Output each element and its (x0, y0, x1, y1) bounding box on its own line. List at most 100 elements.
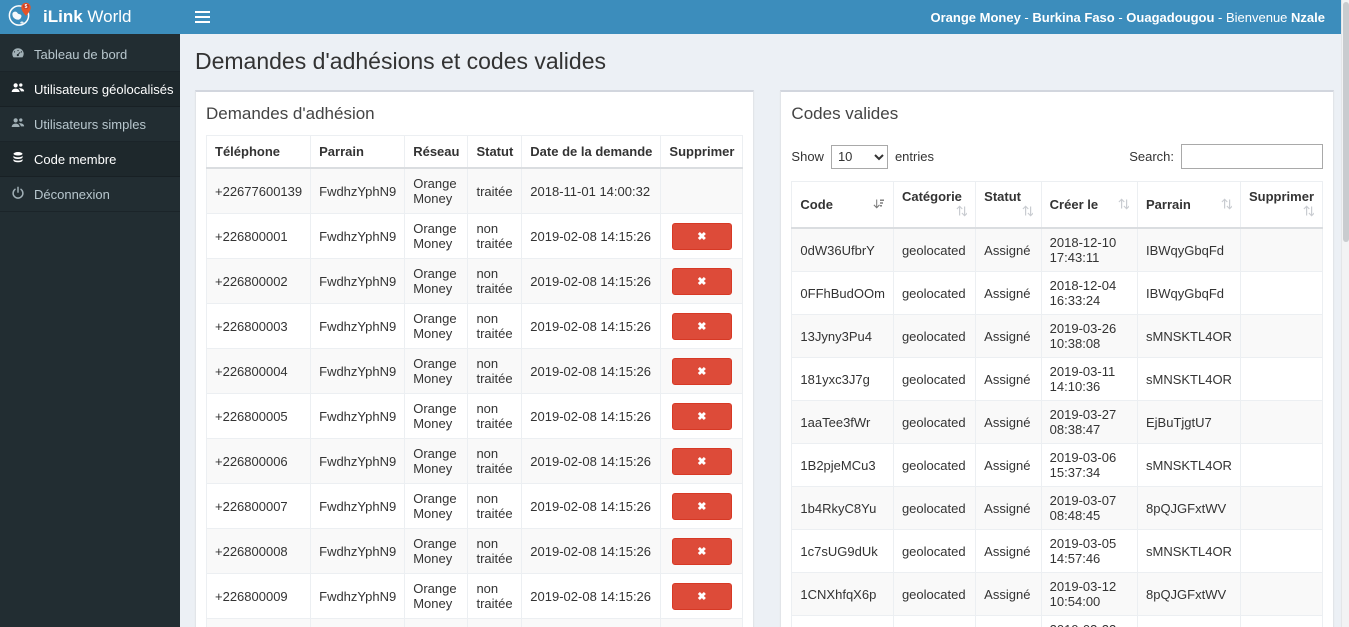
close-icon: ✖ (697, 545, 707, 558)
sidebar-toggle-button[interactable] (180, 0, 224, 34)
delete-button[interactable]: ✖ (671, 537, 732, 565)
cell-statut: Assigné (975, 443, 1042, 487)
cell-supprimer: ✖ (660, 258, 744, 304)
table-row: +226800007 FwdhzYphN9 Orange Money non t… (205, 483, 744, 529)
col-parrain: Parrain (310, 135, 406, 169)
col-parrain-sortable[interactable]: Parrain (1136, 181, 1241, 229)
cell-parrain: FwdhzYphN9 (310, 393, 406, 439)
users-icon (11, 116, 25, 133)
sidebar-item-utilisateurs-simples[interactable]: Utilisateurs simples (0, 107, 180, 142)
cell-parrain: FwdhzYphN9 (310, 348, 406, 394)
cell-statut: Assigné (975, 572, 1042, 616)
sort-both-icon (1022, 205, 1034, 220)
cell-code: 1CNXhfqX6p (791, 572, 894, 616)
show-label: Show (791, 149, 824, 164)
sort-asc-icon (873, 198, 885, 213)
table-row: +22677600139 FwdhzYphN9 Orange Money tra… (205, 167, 744, 214)
cell-phone: +226800002 (205, 258, 312, 304)
cell-phone: +226800006 (205, 438, 312, 484)
search-control: Search: (1129, 144, 1323, 169)
cell-cree-le: 2019-03-27 08:38:47 (1040, 400, 1138, 444)
cell-supprimer: ✖ (660, 438, 744, 484)
cell-statut: Assigné (975, 271, 1042, 315)
cell-parrain: EjBuTjgtU7 (1136, 615, 1241, 627)
cell-statut: Assigné (975, 227, 1042, 272)
table-row: +226800005 FwdhzYphN9 Orange Money non t… (205, 393, 744, 439)
table-row: 1b4RkyC8Yu geolocated Assigné 2019-03-07… (791, 486, 1324, 530)
cell-cree-le: 2019-03-12 10:54:00 (1040, 572, 1138, 616)
cell-date: 2019-02-08 14:15:26 (521, 213, 662, 259)
sidebar-item-deconnexion[interactable]: Déconnexion (0, 177, 180, 212)
scrollbar[interactable] (1341, 0, 1349, 627)
cell-statut: non traitée (467, 573, 523, 619)
cell-supprimer: ✖ (660, 483, 744, 529)
cell-code: 13Jyny3Pu4 (791, 314, 894, 358)
col-creer-le-sortable[interactable]: Créer le (1040, 181, 1138, 229)
table-header-row: Téléphone Parrain Réseau Statut Date de … (205, 135, 744, 169)
delete-button[interactable]: ✖ (671, 267, 732, 295)
cell-parrain: FwdhzYphN9 (310, 438, 406, 484)
cell-statut: Assigné (975, 357, 1042, 401)
cell-supprimer (1239, 486, 1324, 530)
sidebar: Tableau de bord Utilisateurs géolocalisé… (0, 34, 180, 627)
delete-button[interactable]: ✖ (671, 447, 732, 475)
cell-supprimer (1239, 572, 1324, 616)
codes-valides-panel: Codes valides Show 10 entries Search: Co… (780, 90, 1334, 627)
delete-button[interactable]: ✖ (671, 402, 732, 430)
cell-cree-le: 2019-03-11 14:10:36 (1040, 357, 1138, 401)
col-categorie-sortable[interactable]: Catégorie (892, 181, 977, 229)
cell-reseau: Orange Money (404, 573, 469, 619)
cell-reseau: Orange Money (404, 213, 469, 259)
delete-button[interactable]: ✖ (671, 312, 732, 340)
cell-parrain: FwdhzYphN9 (310, 213, 406, 259)
page-length-select[interactable]: 10 (830, 144, 888, 169)
sidebar-item-tableau-de-bord[interactable]: Tableau de bord (0, 37, 180, 72)
delete-button[interactable]: ✖ (671, 582, 732, 610)
cell-parrain: 8pQJGFxtWV (1136, 572, 1241, 616)
page-title: Demandes d'adhésions et codes valides (195, 48, 606, 74)
cell-parrain: FwdhzYphN9 (310, 303, 406, 349)
cell-reseau: Orange Money (404, 393, 469, 439)
sort-both-icon (1303, 205, 1315, 220)
scrollbar-thumb[interactable] (1343, 2, 1349, 242)
cell-supprimer (1239, 443, 1324, 487)
sidebar-item-utilisateurs-geolocalises[interactable]: Utilisateurs géolocalisés (0, 72, 180, 107)
cell-reseau: Orange Money (404, 483, 469, 529)
col-reseau: Réseau (404, 135, 469, 169)
table-row: +226800004 FwdhzYphN9 Orange Money non t… (205, 348, 744, 394)
table-row: 0FFhBudOOm geolocated Assigné 2018-12-04… (791, 271, 1324, 315)
cell-cree-le: 2019-03-05 14:57:46 (1040, 529, 1138, 573)
close-icon: ✖ (697, 365, 707, 378)
cell-reseau: Orange Money (404, 528, 469, 574)
table-header-row: Code Catégorie Statut Créer le Parrain S… (791, 181, 1324, 229)
top-navbar: $ iLink World Orange Money - Burkina Fas… (0, 0, 1341, 34)
col-statut-sortable[interactable]: Statut (975, 181, 1042, 229)
cell-statut: non traitée (467, 528, 523, 574)
delete-button[interactable]: ✖ (671, 492, 732, 520)
cell-parrain: FwdhzYphN9 (310, 167, 406, 214)
cell-categorie: geolocated (892, 227, 977, 272)
sidebar-item-code-membre[interactable]: Code membre (0, 142, 180, 177)
cell-date: 2019-02-08 14:15:26 (521, 258, 662, 304)
globe-pin-logo-icon: $ (7, 1, 34, 33)
col-supprimer-sortable[interactable]: Supprimer (1239, 181, 1324, 229)
users-icon (11, 81, 25, 98)
search-input[interactable] (1181, 144, 1323, 169)
table-row: +226800010 FwdhzYphN9 Orange Money non t… (205, 618, 744, 627)
cell-supprimer (1239, 615, 1324, 627)
cell-statut: non traitée (467, 303, 523, 349)
cell-statut: traitée (467, 167, 523, 214)
cell-categorie: geolocated (892, 572, 977, 616)
cell-categorie: geolocated (892, 271, 977, 315)
cell-code: 1aaTee3fWr (791, 400, 894, 444)
delete-button[interactable]: ✖ (671, 222, 732, 250)
app-logo[interactable]: $ iLink World (0, 0, 180, 34)
cell-date: 2019-02-08 14:15:26 (521, 393, 662, 439)
cell-supprimer (1239, 400, 1324, 444)
delete-button[interactable]: ✖ (671, 357, 732, 385)
cell-code: 1B2pjeMCu3 (791, 443, 894, 487)
col-code-sortable[interactable]: Code (791, 181, 894, 229)
table-row: 13Jyny3Pu4 geolocated Assigné 2019-03-26… (791, 314, 1324, 358)
brand-name: iLink World (43, 7, 132, 26)
cell-supprimer (1239, 529, 1324, 573)
